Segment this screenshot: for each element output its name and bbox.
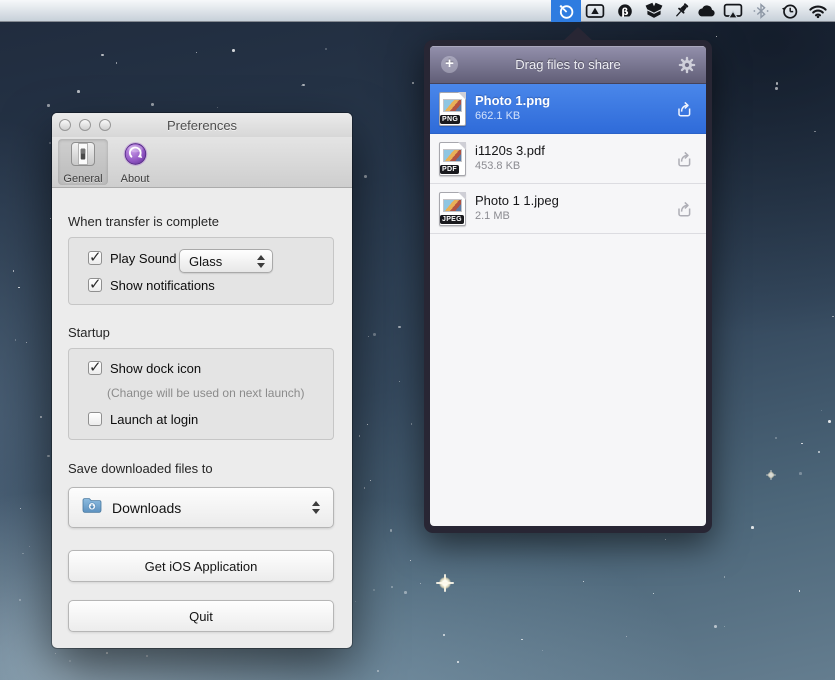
show-dock-icon-label: Show dock icon (110, 361, 201, 376)
download-folder-select[interactable]: Downloads (68, 487, 334, 528)
show-notifications-label: Show notifications (110, 278, 215, 293)
file-name: i1120s 3.pdf (475, 143, 545, 158)
cloud-icon[interactable] (692, 0, 720, 22)
jpeg-file-icon: JPEG (439, 192, 466, 226)
share-icon[interactable] (674, 99, 694, 119)
popover-content: + Drag files to share PNG Photo 1.png 66… (430, 46, 706, 526)
dock-change-note: (Change will be used on next launch) (107, 386, 304, 400)
popover-arrow (563, 27, 593, 41)
quit-button[interactable]: Quit (68, 600, 334, 632)
close-button[interactable] (59, 119, 71, 131)
file-row[interactable]: PDF i1120s 3.pdf 453.8 KB (430, 134, 706, 184)
tab-general-label: General (63, 173, 102, 185)
tab-about-label: About (121, 173, 150, 185)
minimize-button[interactable] (79, 119, 91, 131)
titlebar[interactable]: Preferences (52, 113, 352, 137)
startup-groupbox: Show dock icon (Change will be used on n… (68, 348, 334, 440)
startup-section-heading: Startup (68, 325, 110, 340)
file-row[interactable]: JPEG Photo 1 1.jpeg 2.1 MB (430, 184, 706, 234)
popover-header: + Drag files to share (430, 46, 706, 84)
svg-text:β: β (621, 7, 628, 18)
download-folder-value: Downloads (112, 500, 312, 516)
file-name: Photo 1.png (475, 93, 550, 108)
bluetooth-icon[interactable] (747, 0, 775, 22)
png-file-icon: PNG (439, 92, 466, 126)
gear-icon[interactable] (678, 56, 696, 74)
file-name: Photo 1 1.jpeg (475, 193, 559, 208)
launch-at-login-checkbox[interactable] (88, 412, 102, 426)
file-row[interactable]: PNG Photo 1.png 662.1 KB (430, 84, 706, 134)
time-machine-icon[interactable] (776, 0, 804, 22)
show-dock-icon-checkbox[interactable] (88, 361, 102, 375)
launch-at-login-label: Launch at login (110, 412, 198, 427)
transfer-section-heading: When transfer is complete (68, 214, 219, 229)
display-icon[interactable] (581, 0, 609, 22)
pdf-file-icon: PDF (439, 142, 466, 176)
share-popover: + Drag files to share PNG Photo 1.png 66… (424, 40, 712, 533)
transfer-groupbox: Play Sound Glass Show notifications (68, 237, 334, 305)
downloads-folder-icon (82, 497, 103, 519)
file-size: 2.1 MB (475, 210, 510, 222)
popover-title: Drag files to share (515, 57, 621, 72)
save-section-heading: Save downloaded files to (68, 461, 213, 476)
zoom-button[interactable] (99, 119, 111, 131)
tab-about[interactable]: About (112, 139, 158, 185)
share-icon[interactable] (674, 199, 694, 219)
menu-bar: β (0, 0, 835, 22)
get-ios-app-button[interactable]: Get iOS Application (68, 550, 334, 582)
add-file-button[interactable]: + (441, 56, 458, 73)
dropbox-icon[interactable] (640, 0, 668, 22)
bright-star (436, 574, 454, 592)
window-title: Preferences (167, 118, 237, 133)
about-sphere-icon (122, 141, 149, 172)
stepper-arrows-icon (257, 255, 265, 268)
wifi-icon[interactable] (804, 0, 831, 22)
stepper-arrows-icon (312, 501, 320, 514)
show-notifications-checkbox[interactable] (88, 278, 102, 292)
toolbar: General About (52, 137, 352, 188)
file-size: 453.8 KB (475, 160, 520, 172)
beta-icon[interactable]: β (611, 0, 639, 22)
share-icon[interactable] (674, 149, 694, 169)
airplay-icon[interactable] (719, 0, 747, 22)
file-size: 662.1 KB (475, 110, 520, 122)
preferences-window: Preferences General About When transfer … (52, 113, 352, 648)
tab-general[interactable]: General (58, 139, 108, 185)
play-sound-checkbox[interactable] (88, 251, 102, 265)
sound-select-value: Glass (189, 254, 257, 269)
general-switch-icon (70, 141, 96, 172)
timer-app-icon[interactable] (551, 0, 581, 22)
pin-icon[interactable] (668, 0, 694, 22)
sound-select[interactable]: Glass (179, 249, 273, 273)
play-sound-label: Play Sound (110, 251, 177, 266)
bright-star (766, 470, 776, 480)
